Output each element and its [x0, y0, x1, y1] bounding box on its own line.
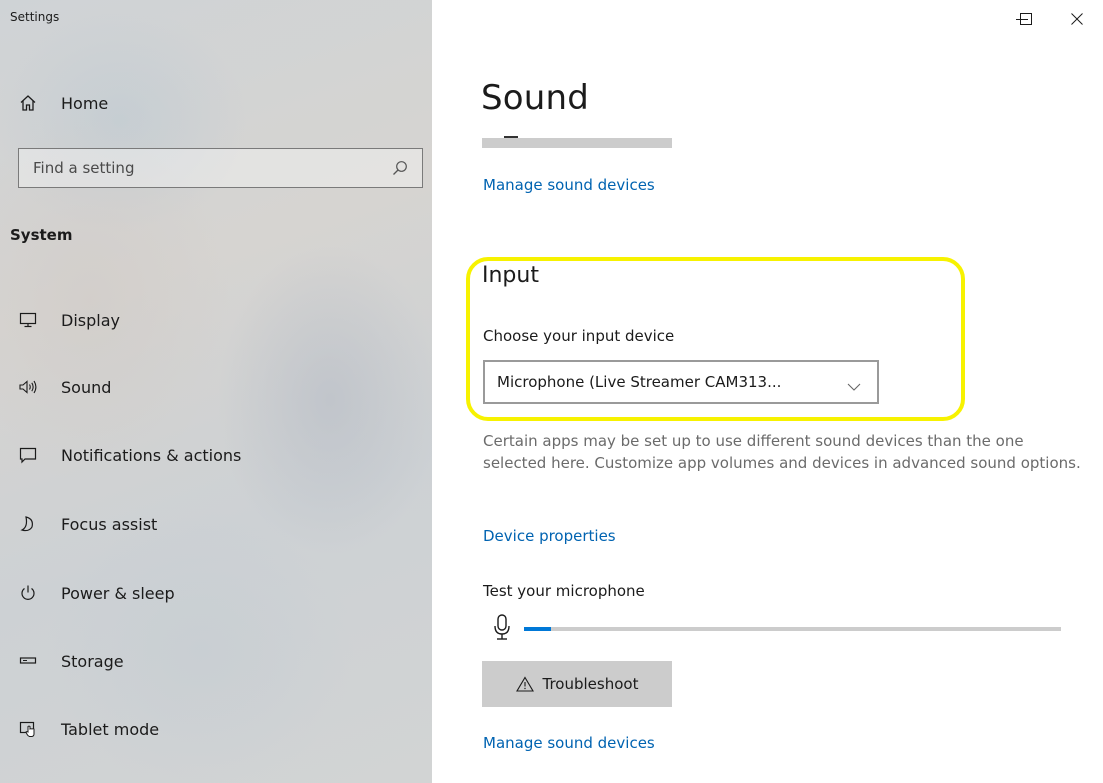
test-microphone-label: Test your microphone	[483, 582, 645, 600]
input-heading: Input	[482, 263, 539, 288]
troubleshoot-label: Troubleshoot	[542, 675, 639, 693]
sidebar-item-label: Notifications & actions	[61, 445, 242, 465]
sidebar-item-notifications[interactable]: Notifications & actions	[0, 435, 432, 475]
sidebar-item-home[interactable]: Home	[0, 86, 432, 120]
troubleshoot-button[interactable]: Troubleshoot	[482, 661, 672, 707]
close-button[interactable]	[1062, 8, 1092, 32]
sidebar-item-sound[interactable]: Sound	[0, 367, 432, 407]
sidebar-item-storage[interactable]: Storage	[0, 641, 432, 681]
search-input[interactable]	[19, 149, 379, 187]
notification-icon	[18, 445, 38, 465]
sidebar-item-tablet-mode[interactable]: Tablet mode	[0, 709, 432, 749]
storage-icon	[18, 651, 38, 671]
monitor-icon	[18, 310, 38, 330]
tablet-mode-icon	[18, 719, 38, 739]
sidebar-item-label: Tablet mode	[61, 719, 160, 739]
choose-input-label: Choose your input device	[483, 327, 675, 345]
microphone-icon	[493, 613, 511, 643]
clipped-volume-marker	[504, 136, 518, 138]
section-label: System	[10, 226, 73, 244]
maximize-icon	[1019, 11, 1033, 30]
sidebar-item-label: Sound	[61, 377, 112, 397]
sidebar-item-focus-assist[interactable]: Focus assist	[0, 504, 432, 544]
search-box	[18, 148, 423, 188]
sidebar-item-label: Power & sleep	[61, 583, 175, 603]
sidebar-item-label: Storage	[61, 651, 124, 671]
sidebar-item-label: Focus assist	[61, 514, 158, 534]
sidebar-item-label: Home	[61, 93, 109, 113]
sidebar-item-label: Display	[61, 310, 120, 330]
close-icon	[1070, 11, 1084, 30]
power-icon	[18, 583, 38, 603]
mic-level-fill	[524, 627, 551, 631]
manage-sound-devices-link-top[interactable]: Manage sound devices	[483, 176, 655, 194]
device-properties-link[interactable]: Device properties	[483, 527, 616, 545]
clipped-volume-track	[482, 138, 672, 148]
input-description: Certain apps may be set up to use differ…	[483, 432, 1081, 472]
manage-sound-devices-link-bottom[interactable]: Manage sound devices	[483, 734, 655, 752]
chevron-down-icon	[847, 377, 861, 391]
speaker-icon	[18, 377, 38, 397]
window-title: Settings	[10, 10, 60, 24]
sidebar-item-display[interactable]: Display	[0, 300, 432, 340]
search-icon[interactable]	[392, 160, 408, 176]
moon-icon	[18, 514, 38, 534]
page-title: Sound	[481, 78, 590, 118]
mic-level-meter	[524, 627, 1061, 631]
sidebar: Settings Home System Display	[0, 0, 432, 783]
home-icon	[18, 93, 38, 113]
warning-icon	[515, 676, 534, 692]
input-device-value: Microphone (Live Streamer CAM313...	[497, 373, 782, 391]
input-device-dropdown[interactable]: Microphone (Live Streamer CAM313...	[483, 360, 879, 404]
sidebar-item-power-sleep[interactable]: Power & sleep	[0, 573, 432, 613]
maximize-button[interactable]	[1011, 8, 1041, 32]
